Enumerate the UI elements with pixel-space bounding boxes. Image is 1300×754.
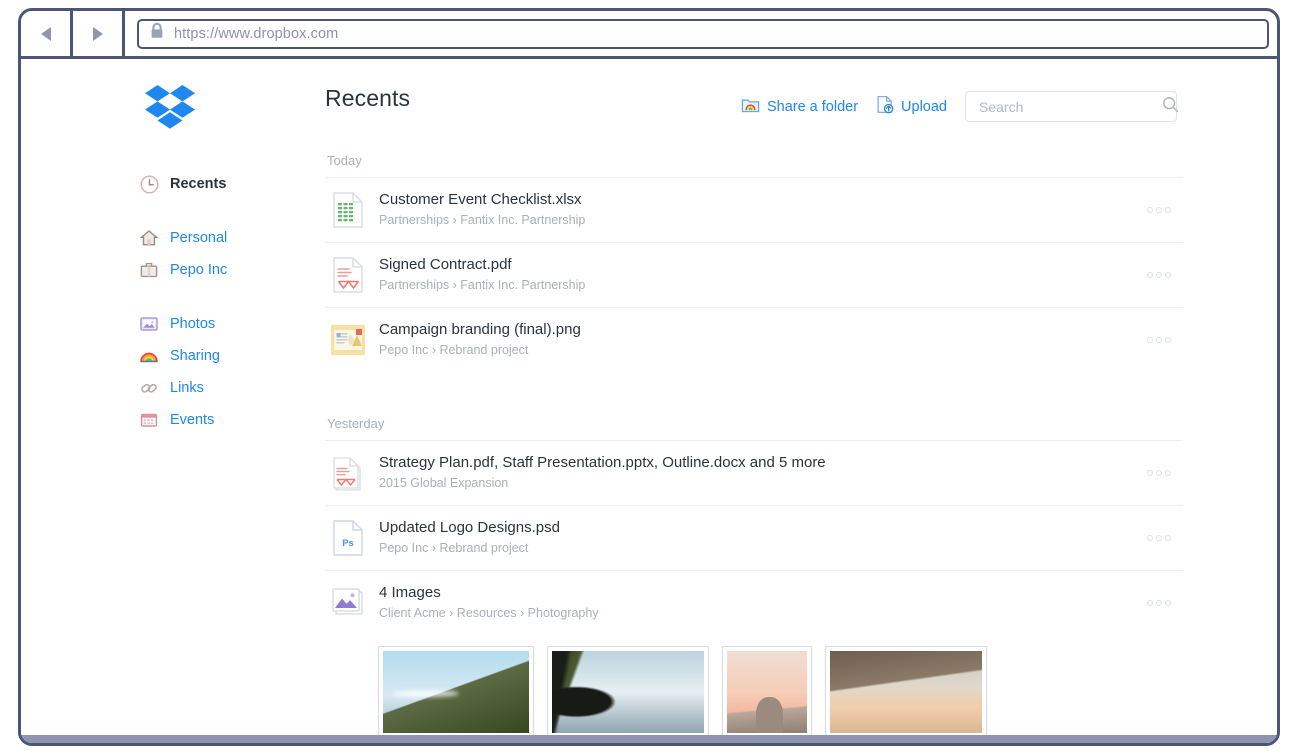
file-name: Signed Contract.pdf	[379, 254, 1139, 276]
file-name: Campaign branding (final).png	[379, 319, 1139, 341]
table-row[interactable]: Strategy Plan.pdf, Staff Presentation.pp…	[325, 440, 1183, 505]
xlsx-file-icon	[325, 192, 371, 228]
sidebar-item-personal[interactable]: Personal	[139, 223, 319, 253]
file-name: 4 Images	[379, 582, 1139, 604]
table-row[interactable]: Customer Event Checklist.xlsx Partnershi…	[325, 177, 1183, 242]
photo-preview	[552, 651, 704, 733]
upload-icon	[876, 95, 894, 118]
search-input[interactable]	[977, 98, 1162, 116]
file-path: Pepo Inc › Rebrand project	[379, 539, 1139, 558]
pdf-stack-file-icon	[325, 455, 371, 492]
file-path: Partnerships › Fantix Inc. Partnership	[379, 211, 1139, 230]
sidebar-item-label: Pepo Inc	[170, 262, 227, 278]
url-text: https://www.dropbox.com	[174, 26, 338, 42]
file-name: Updated Logo Designs.psd	[379, 517, 1139, 539]
dropbox-logo-icon[interactable]	[145, 85, 195, 135]
clock-icon	[139, 174, 159, 194]
sidebar-item-label: Photos	[170, 316, 215, 332]
browser-window: https://www.dropbox.com	[18, 8, 1280, 746]
back-button[interactable]	[21, 11, 73, 56]
chain-link-icon	[139, 378, 159, 398]
table-row[interactable]: Ps Updated Logo Designs.psd Pepo Inc › R…	[325, 505, 1183, 570]
sidebar-item-recents[interactable]: Recents	[139, 169, 319, 199]
row-text: 4 Images Client Acme › Resources › Photo…	[371, 582, 1139, 623]
row-text: Strategy Plan.pdf, Staff Presentation.pp…	[371, 452, 1139, 493]
page-title: Recents	[325, 85, 410, 112]
photo-preview	[727, 651, 807, 733]
file-path: 2015 Global Expansion	[379, 474, 1139, 493]
rainbow-icon	[139, 346, 159, 366]
search-box[interactable]	[965, 91, 1177, 122]
photo-preview	[383, 651, 529, 733]
overflow-menu-icon[interactable]	[1139, 600, 1179, 606]
share-a-folder-button[interactable]: Share a folder	[741, 96, 858, 118]
sidebar-divider-1	[139, 201, 319, 223]
sidebar-item-events[interactable]: Events	[139, 405, 319, 435]
row-text: Customer Event Checklist.xlsx Partnershi…	[371, 189, 1139, 230]
sidebar-divider-2	[139, 287, 319, 309]
sidebar-item-label: Personal	[170, 230, 227, 246]
file-name: Customer Event Checklist.xlsx	[379, 189, 1139, 211]
sidebar-item-label: Links	[170, 380, 204, 396]
back-arrow-icon	[41, 27, 51, 41]
overflow-menu-icon[interactable]	[1139, 535, 1179, 541]
group-label-yesterday: Yesterday	[325, 372, 1183, 440]
forward-arrow-icon	[93, 27, 103, 41]
overflow-menu-icon[interactable]	[1139, 207, 1179, 213]
header-actions: Share a folder Upload	[741, 91, 1177, 122]
svg-text:Ps: Ps	[342, 538, 354, 549]
share-a-folder-label: Share a folder	[767, 99, 858, 115]
table-row[interactable]: 4 Images Client Acme › Resources › Photo…	[325, 570, 1183, 635]
photo-preview	[830, 651, 982, 733]
pdf-file-icon	[325, 257, 371, 293]
psd-file-icon: Ps	[325, 520, 371, 556]
lock-icon	[149, 22, 165, 45]
calendar-icon	[139, 410, 159, 430]
briefcase-icon	[139, 260, 159, 280]
sidebar: Recents Personal	[125, 59, 305, 743]
row-text: Signed Contract.pdf Partnerships › Fanti…	[371, 254, 1139, 295]
table-row[interactable]: Campaign branding (final).png Pepo Inc ›…	[325, 307, 1183, 372]
sidebar-item-photos[interactable]: Photos	[139, 309, 319, 339]
search-icon[interactable]	[1162, 96, 1179, 118]
file-path: Pepo Inc › Rebrand project	[379, 341, 1139, 360]
row-text: Updated Logo Designs.psd Pepo Inc › Rebr…	[371, 517, 1139, 558]
sidebar-item-sharing[interactable]: Sharing	[139, 341, 319, 371]
file-path: Partnerships › Fantix Inc. Partnership	[379, 276, 1139, 295]
image-thumbnail-strip	[325, 635, 1183, 737]
thumbnail-tree-silhouette[interactable]	[548, 647, 708, 737]
file-list: Today	[325, 139, 1183, 737]
sidebar-item-pepo-inc[interactable]: Pepo Inc	[139, 255, 319, 285]
photo-icon	[139, 314, 159, 334]
sidebar-item-label: Events	[170, 412, 214, 428]
upload-button[interactable]: Upload	[876, 95, 947, 118]
home-icon	[139, 228, 159, 248]
sidebar-item-links[interactable]: Links	[139, 373, 319, 403]
horizontal-scrollbar[interactable]	[21, 735, 1277, 743]
url-bar-container: https://www.dropbox.com	[125, 11, 1277, 56]
file-path: Client Acme › Resources › Photography	[379, 604, 1139, 623]
forward-button[interactable]	[73, 11, 125, 56]
browser-toolbar: https://www.dropbox.com	[21, 11, 1277, 59]
group-label-today: Today	[325, 139, 1183, 177]
overflow-menu-icon[interactable]	[1139, 272, 1179, 278]
png-image-file-icon	[325, 324, 371, 356]
sidebar-item-label: Sharing	[170, 348, 220, 364]
overflow-menu-icon[interactable]	[1139, 337, 1179, 343]
table-row[interactable]: Signed Contract.pdf Partnerships › Fanti…	[325, 242, 1183, 307]
row-text: Campaign branding (final).png Pepo Inc ›…	[371, 319, 1139, 360]
sidebar-item-label: Recents	[170, 176, 226, 192]
thumbnail-hazy-ridge-sunrise[interactable]	[826, 647, 986, 737]
image-stack-icon	[325, 587, 371, 619]
file-name: Strategy Plan.pdf, Staff Presentation.pp…	[379, 452, 1139, 474]
url-bar[interactable]: https://www.dropbox.com	[137, 19, 1269, 49]
sidebar-nav: Recents Personal	[139, 169, 319, 437]
thumbnail-half-dome-dusk[interactable]	[723, 647, 811, 737]
dropbox-page: Recents Personal	[21, 59, 1277, 743]
overflow-menu-icon[interactable]	[1139, 470, 1179, 476]
upload-label: Upload	[901, 99, 947, 115]
share-folder-icon	[741, 96, 760, 118]
thumbnail-coastal-cliff[interactable]	[379, 647, 533, 737]
